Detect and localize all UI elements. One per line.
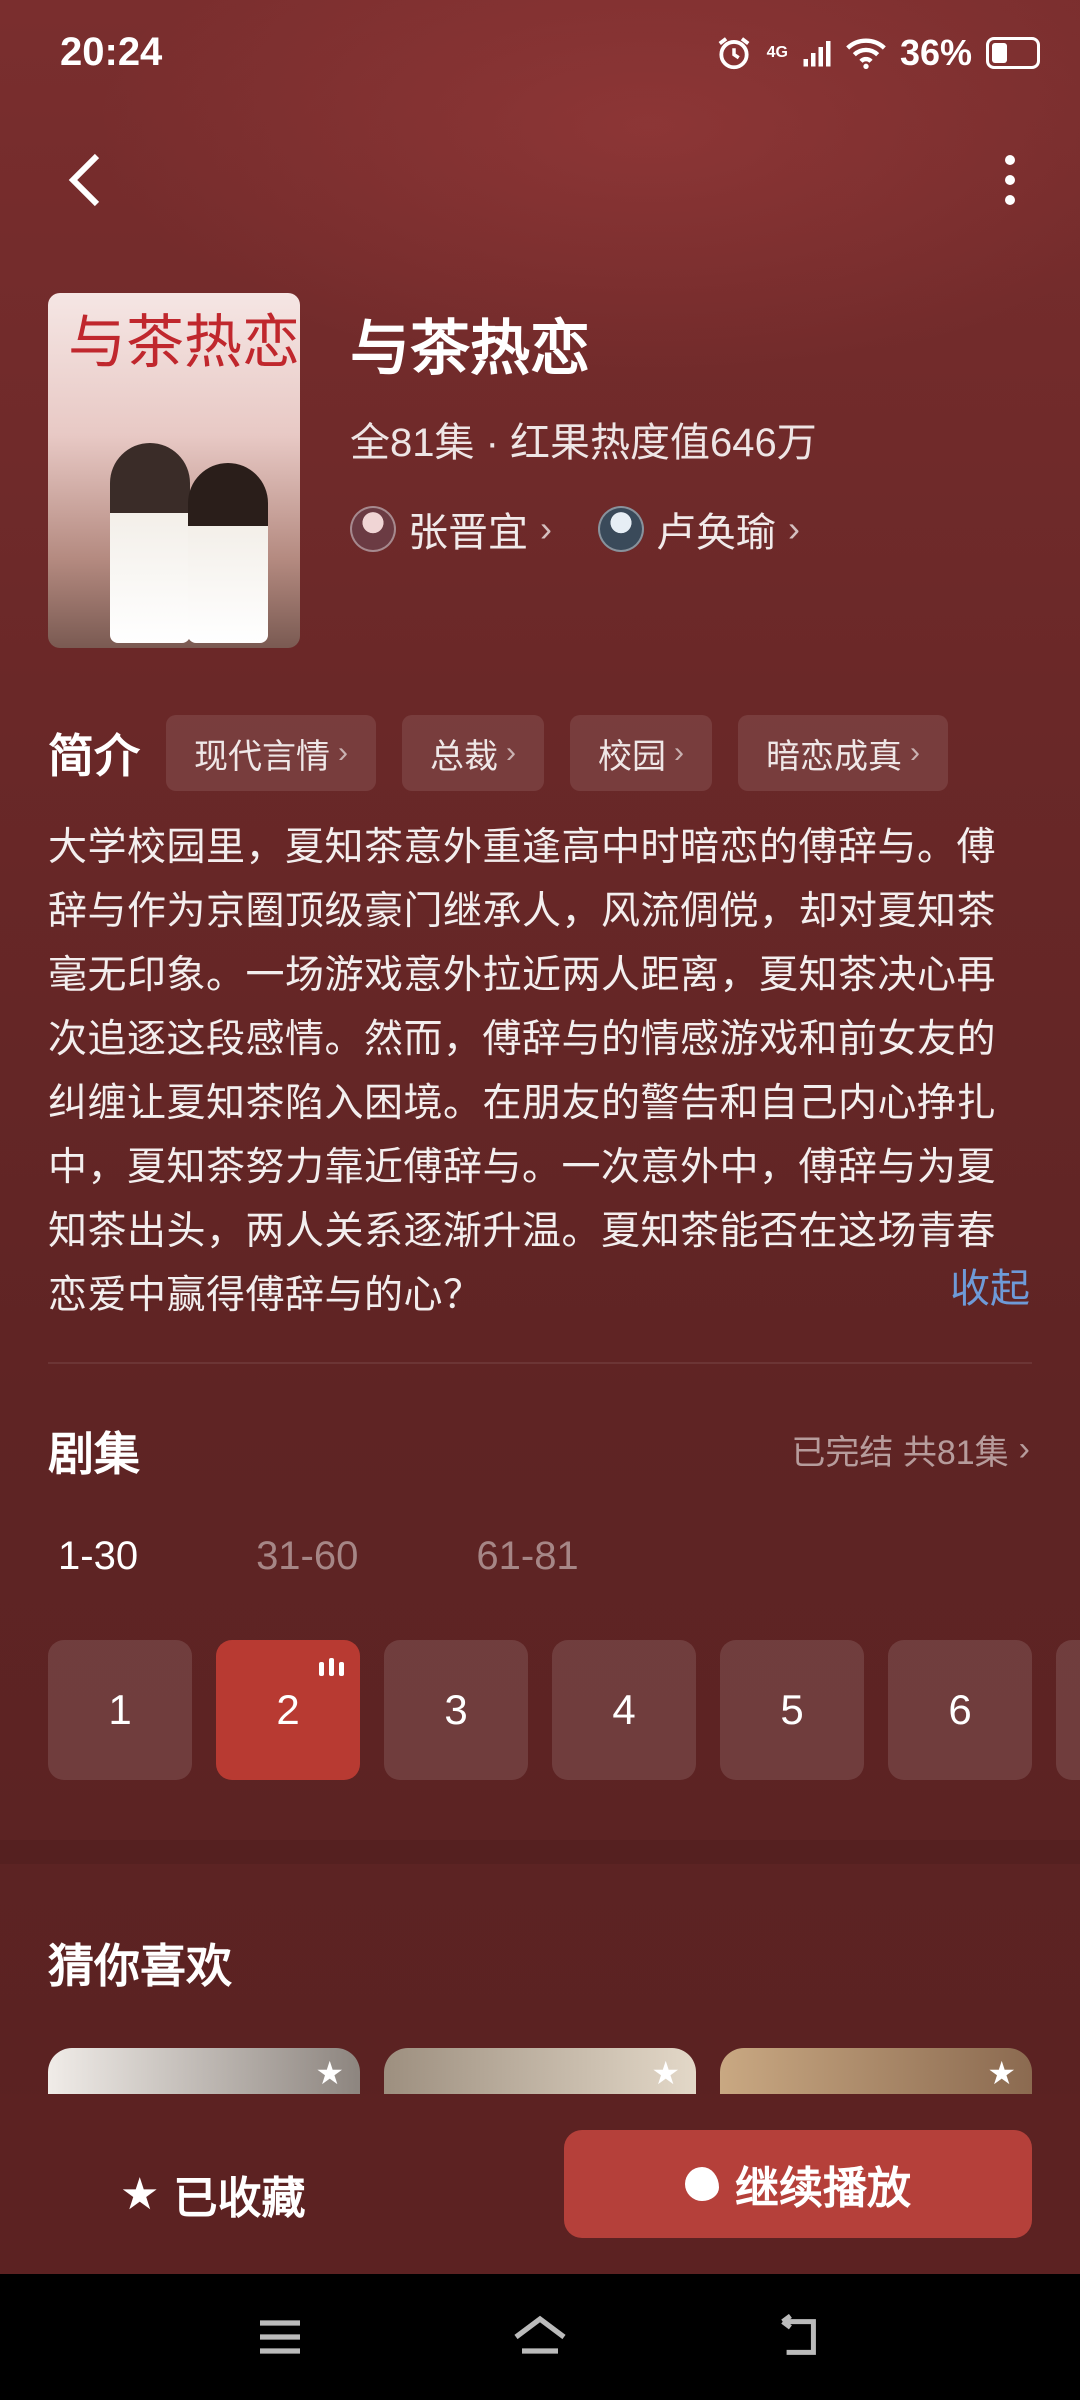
recommend-card[interactable]: ★ xyxy=(48,2048,360,2094)
back-button[interactable] xyxy=(50,140,120,220)
episode-button-current[interactable]: 2 xyxy=(216,1640,360,1780)
tab-range-31-60[interactable]: 31-60 xyxy=(256,1534,358,1579)
divider xyxy=(48,1362,1032,1364)
section-separator xyxy=(0,1840,1080,1864)
episode-button[interactable]: 5 xyxy=(720,1640,864,1780)
chevron-right-icon: › xyxy=(910,736,920,769)
chevron-right-icon: › xyxy=(788,508,800,549)
status-icons: 4G 36% xyxy=(715,32,1040,74)
battery-percent: 36% xyxy=(899,32,972,73)
recommend-list: ★ ★ ★ xyxy=(48,2048,1032,2094)
status-bar: 20:24 4G 36% xyxy=(0,0,1080,110)
star-icon: ★ xyxy=(120,2169,160,2219)
actor-name: 卢奂瑜 xyxy=(656,511,776,555)
episode-button[interactable]: 6 xyxy=(888,1640,1032,1780)
chevron-right-icon: › xyxy=(1018,1430,1030,1468)
star-icon: ★ xyxy=(315,2055,344,2091)
drama-meta: 全81集 · 红果热度值646万 xyxy=(350,421,817,465)
collect-label: 已收藏 xyxy=(173,2174,306,2223)
play-label: 继续播放 xyxy=(735,2164,911,2213)
actor-name: 张晋宜 xyxy=(408,511,528,555)
now-playing-icon xyxy=(319,1658,344,1676)
back-nav-button[interactable] xyxy=(770,2307,830,2367)
battery-icon xyxy=(986,37,1040,69)
episodes-title: 剧集 xyxy=(48,1428,140,1480)
episode-button-partial[interactable] xyxy=(1056,1640,1080,1780)
chevron-right-icon: › xyxy=(506,736,516,769)
collect-button[interactable]: ★ 已收藏 xyxy=(120,2162,305,2226)
episode-list: 1 2 3 4 5 6 xyxy=(48,1640,1080,1780)
back-arrow-icon xyxy=(781,2314,816,2355)
intro-header: 简介 现代言情 › 总裁 › 校园 › 暗恋成真 › xyxy=(48,715,948,791)
drama-poster[interactable]: 与茶热恋 xyxy=(48,293,300,648)
alarm-icon xyxy=(718,37,749,70)
chevron-right-icon: › xyxy=(540,508,552,549)
genre-tag[interactable]: 现代言情 › xyxy=(166,715,376,791)
avatar xyxy=(350,506,396,552)
menu-icon xyxy=(260,2320,300,2354)
wifi-icon xyxy=(846,38,886,69)
continue-play-button[interactable]: 继续播放 xyxy=(564,2130,1032,2238)
chevron-left-icon xyxy=(68,153,100,207)
more-vertical-icon xyxy=(1005,155,1015,165)
home-nav-button[interactable] xyxy=(510,2307,570,2367)
recommend-card[interactable]: ★ xyxy=(720,2048,1032,2094)
episodes-status-link[interactable]: 已完结 共81集 › xyxy=(791,1425,1030,1474)
chevron-right-icon: › xyxy=(338,736,348,769)
poster-figure xyxy=(110,443,190,643)
signal-icon xyxy=(803,41,831,67)
collapse-button[interactable]: 收起 xyxy=(950,1256,1030,1314)
episodes-status: 已完结 共81集 xyxy=(791,1434,1009,1472)
home-icon xyxy=(514,2315,566,2354)
system-nav-bar xyxy=(0,2274,1080,2400)
play-icon xyxy=(685,2167,719,2201)
tab-range-1-30[interactable]: 1-30 xyxy=(58,1534,138,1579)
status-time: 20:24 xyxy=(60,30,163,74)
actor-link[interactable]: 张晋宜 › xyxy=(350,500,552,558)
star-icon: ★ xyxy=(987,2055,1016,2091)
episode-range-tabs: 1-30 31-60 61-81 xyxy=(58,1534,579,1579)
more-options-button[interactable] xyxy=(980,140,1040,220)
genre-tag[interactable]: 校园 › xyxy=(570,715,712,791)
top-nav xyxy=(0,140,1080,220)
intro-label: 简介 xyxy=(48,730,140,782)
star-icon: ★ xyxy=(651,2055,680,2091)
action-bar: ★ 已收藏 继续播放 xyxy=(0,2094,1080,2274)
genre-tag[interactable]: 暗恋成真 › xyxy=(738,715,948,791)
recommend-card[interactable]: ★ xyxy=(384,2048,696,2094)
menu-nav-button[interactable] xyxy=(250,2307,310,2367)
avatar xyxy=(598,506,644,552)
actor-link[interactable]: 卢奂瑜 › xyxy=(598,500,800,558)
poster-figure xyxy=(188,463,268,643)
chevron-right-icon: › xyxy=(674,736,684,769)
episode-button[interactable]: 1 xyxy=(48,1640,192,1780)
genre-tag[interactable]: 总裁 › xyxy=(402,715,544,791)
actor-list: 张晋宜 › 卢奂瑜 › xyxy=(350,500,800,558)
recommend-title: 猜你喜欢 xyxy=(48,1940,232,1992)
tab-range-61-81[interactable]: 61-81 xyxy=(476,1534,578,1579)
episode-button[interactable]: 3 xyxy=(384,1640,528,1780)
drama-detail-page: 20:24 4G 36% 与茶热恋 与茶热恋 全81集 · 红果热度值646万 … xyxy=(0,0,1080,2400)
synopsis-text: 大学校园里，夏知茶意外重逢高中时暗恋的傅辞与。傅辞与作为京圈顶级豪门继承人，风流… xyxy=(48,826,997,1317)
network-label: 4G xyxy=(766,44,788,61)
episode-button[interactable]: 4 xyxy=(552,1640,696,1780)
poster-title-art: 与茶热恋 xyxy=(68,308,300,376)
drama-title: 与茶热恋 xyxy=(350,315,590,382)
